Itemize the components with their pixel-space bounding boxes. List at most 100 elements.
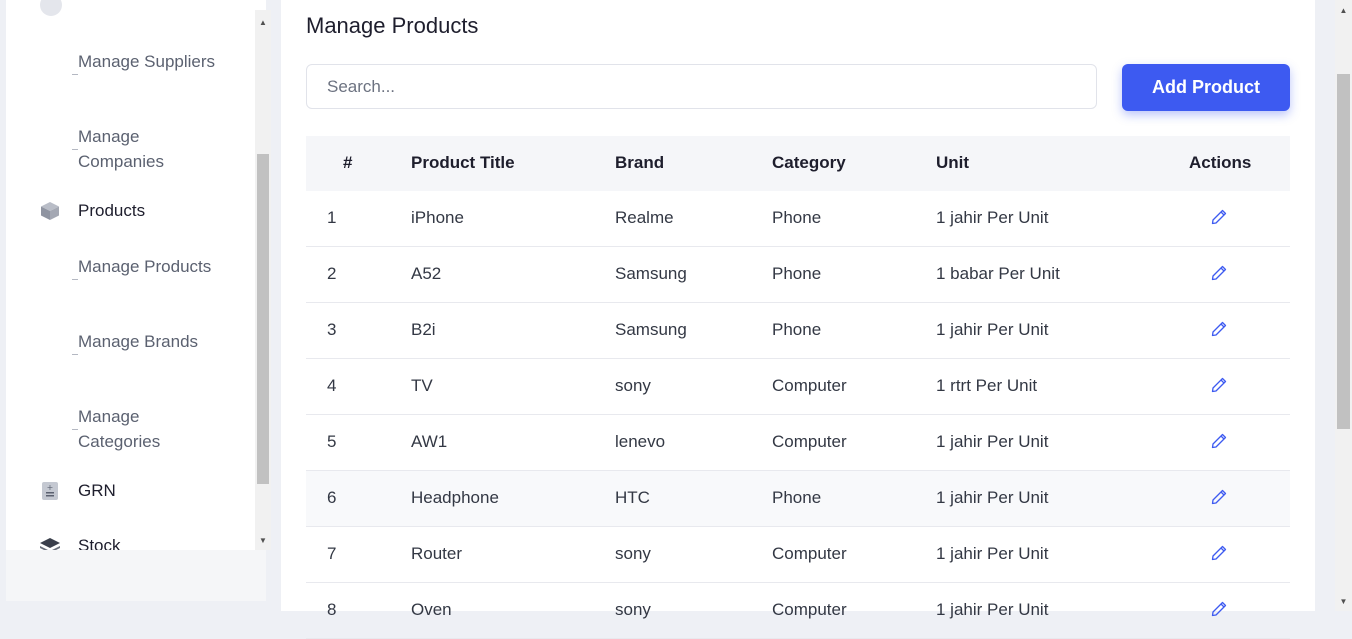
cell-row-number: 5 [327,432,337,451]
cell-unit: 1 jahir Per Unit [936,432,1049,451]
scroll-up-arrow-icon[interactable]: ▲ [255,16,271,30]
pencil-icon[interactable] [1210,432,1228,450]
column-header-actions: Actions [1189,153,1252,172]
cell-unit: 1 babar Per Unit [936,264,1060,283]
cell-unit: 1 jahir Per Unit [936,488,1049,507]
sidebar-menu: Manage Suppliers Manage Companies Produc… [6,0,250,550]
column-header-number: # [343,153,353,172]
cell-category: Computer [772,600,847,619]
products-table: # Product Title Brand Category Unit Acti… [306,136,1290,639]
cell-unit: 1 jahir Per Unit [936,320,1049,339]
pencil-icon[interactable] [1210,320,1228,338]
cell-row-number: 6 [327,488,337,507]
cell-row-number: 7 [327,544,337,563]
cube-icon [41,202,59,220]
cell-category: Phone [772,208,822,227]
table-row: 8 Oven sony Computer 1 jahir Per Unit [306,583,1290,639]
cell-product-title: Oven [411,600,452,619]
submenu-connector [72,354,78,355]
sidebar-item-manage-companies[interactable]: Manage Companies [72,124,218,174]
cell-brand: Samsung [615,264,687,283]
sidebar-scroll-thumb[interactable] [257,154,269,484]
sidebar-item-manage-suppliers[interactable]: Manage Suppliers [72,49,218,75]
pencil-icon[interactable] [1210,488,1228,506]
scroll-down-arrow-icon[interactable]: ▼ [1335,595,1352,609]
cell-category: Phone [772,264,822,283]
sidebar-item-label: GRN [78,481,116,500]
submenu-connector [72,74,78,75]
cell-unit: 1 jahir Per Unit [936,208,1049,227]
cell-brand: sony [615,544,651,563]
cell-product-title: Router [411,544,463,563]
cell-brand: Realme [615,208,674,227]
search-input[interactable] [306,64,1097,109]
table-body: 1 iPhone Realme Phone 1 jahir Per Unit 2 A52 Sa… [306,191,1290,639]
cell-category: Computer [772,432,847,451]
cell-category: Phone [772,488,822,507]
table-row: 3 B2i Samsung Phone 1 jahir Per Unit [306,303,1290,359]
cell-row-number: 2 [327,264,337,283]
cell-category: Computer [772,376,847,395]
cell-product-title: B2i [411,320,436,339]
column-header-category: Category [772,153,846,172]
submenu-connector [72,149,78,150]
cell-brand: sony [615,600,651,619]
sidebar-item-manage-brands[interactable]: Manage Brands [72,329,218,355]
calculator-icon: + [42,482,58,500]
sidebar-item-label: Stock [78,536,121,550]
sidebar-scrollbar[interactable]: ▲ ▼ [255,10,271,550]
sidebar-item-label: Manage Brands [78,332,199,351]
cell-row-number: 1 [327,208,337,227]
pencil-icon[interactable] [1210,544,1228,562]
sidebar: Manage Suppliers Manage Companies Produc… [6,0,271,601]
cell-product-title: A52 [411,264,442,283]
sidebar-item-label: Manage Suppliers [78,52,216,71]
table-row: 5 AW1 lenevo Computer 1 jahir Per Unit [306,415,1290,471]
add-product-button[interactable]: Add Product [1122,64,1290,111]
cell-row-number: 4 [327,376,337,395]
pencil-icon[interactable] [1210,264,1228,282]
column-header-product-title: Product Title [411,153,515,172]
sidebar-item-label: Products [78,201,146,220]
cell-category: Computer [772,544,847,563]
table-row: 4 TV sony Computer 1 rtrt Per Unit [306,359,1290,415]
sidebar-item-manage-categories[interactable]: Manage Categories [72,404,218,454]
layers-icon [40,538,60,550]
cell-row-number: 8 [327,600,337,619]
sidebar-item-label: Manage Categories [78,407,161,451]
sidebar-item-stock[interactable]: Stock [40,533,240,550]
submenu-connector [72,279,78,280]
sidebar-item-products[interactable]: Products [40,198,240,224]
cell-unit: 1 jahir Per Unit [936,544,1049,563]
pencil-icon[interactable] [1210,600,1228,618]
table-row: 2 A52 Samsung Phone 1 babar Per Unit [306,247,1290,303]
column-header-brand: Brand [615,153,665,172]
cell-brand: Samsung [615,320,687,339]
page-scrollbar[interactable]: ▲ ▼ [1335,0,1352,611]
page-title: Manage Products [306,13,479,38]
main-content: Manage Products Add Product # Product Ti… [281,0,1315,639]
table-row: 6 Headphone HTC Phone 1 jahir Per Unit [306,471,1290,527]
cell-product-title: TV [411,376,433,395]
sidebar-item-grn[interactable]: + GRN [40,478,240,504]
cell-brand: sony [615,376,651,395]
suppliers-icon [40,0,62,16]
scroll-up-arrow-icon[interactable]: ▲ [1335,4,1352,18]
scroll-down-arrow-icon[interactable]: ▼ [255,534,271,548]
cell-product-title: AW1 [411,432,448,451]
table-row: 7 Router sony Computer 1 jahir Per Unit [306,527,1290,583]
cell-unit: 1 jahir Per Unit [936,600,1049,619]
pencil-icon[interactable] [1210,376,1228,394]
table-row: 1 iPhone Realme Phone 1 jahir Per Unit [306,191,1290,247]
page-scroll-thumb[interactable] [1337,74,1350,429]
sidebar-item-manage-products[interactable]: Manage Products [72,254,218,280]
cell-unit: 1 rtrt Per Unit [936,376,1038,395]
pencil-icon[interactable] [1210,208,1228,226]
column-header-unit: Unit [936,153,970,172]
svg-text:+: + [47,483,54,492]
cell-product-title: Headphone [411,488,499,507]
cell-category: Phone [772,320,822,339]
sidebar-footer [6,550,266,601]
cell-brand: HTC [615,488,650,507]
cell-row-number: 3 [327,320,337,339]
